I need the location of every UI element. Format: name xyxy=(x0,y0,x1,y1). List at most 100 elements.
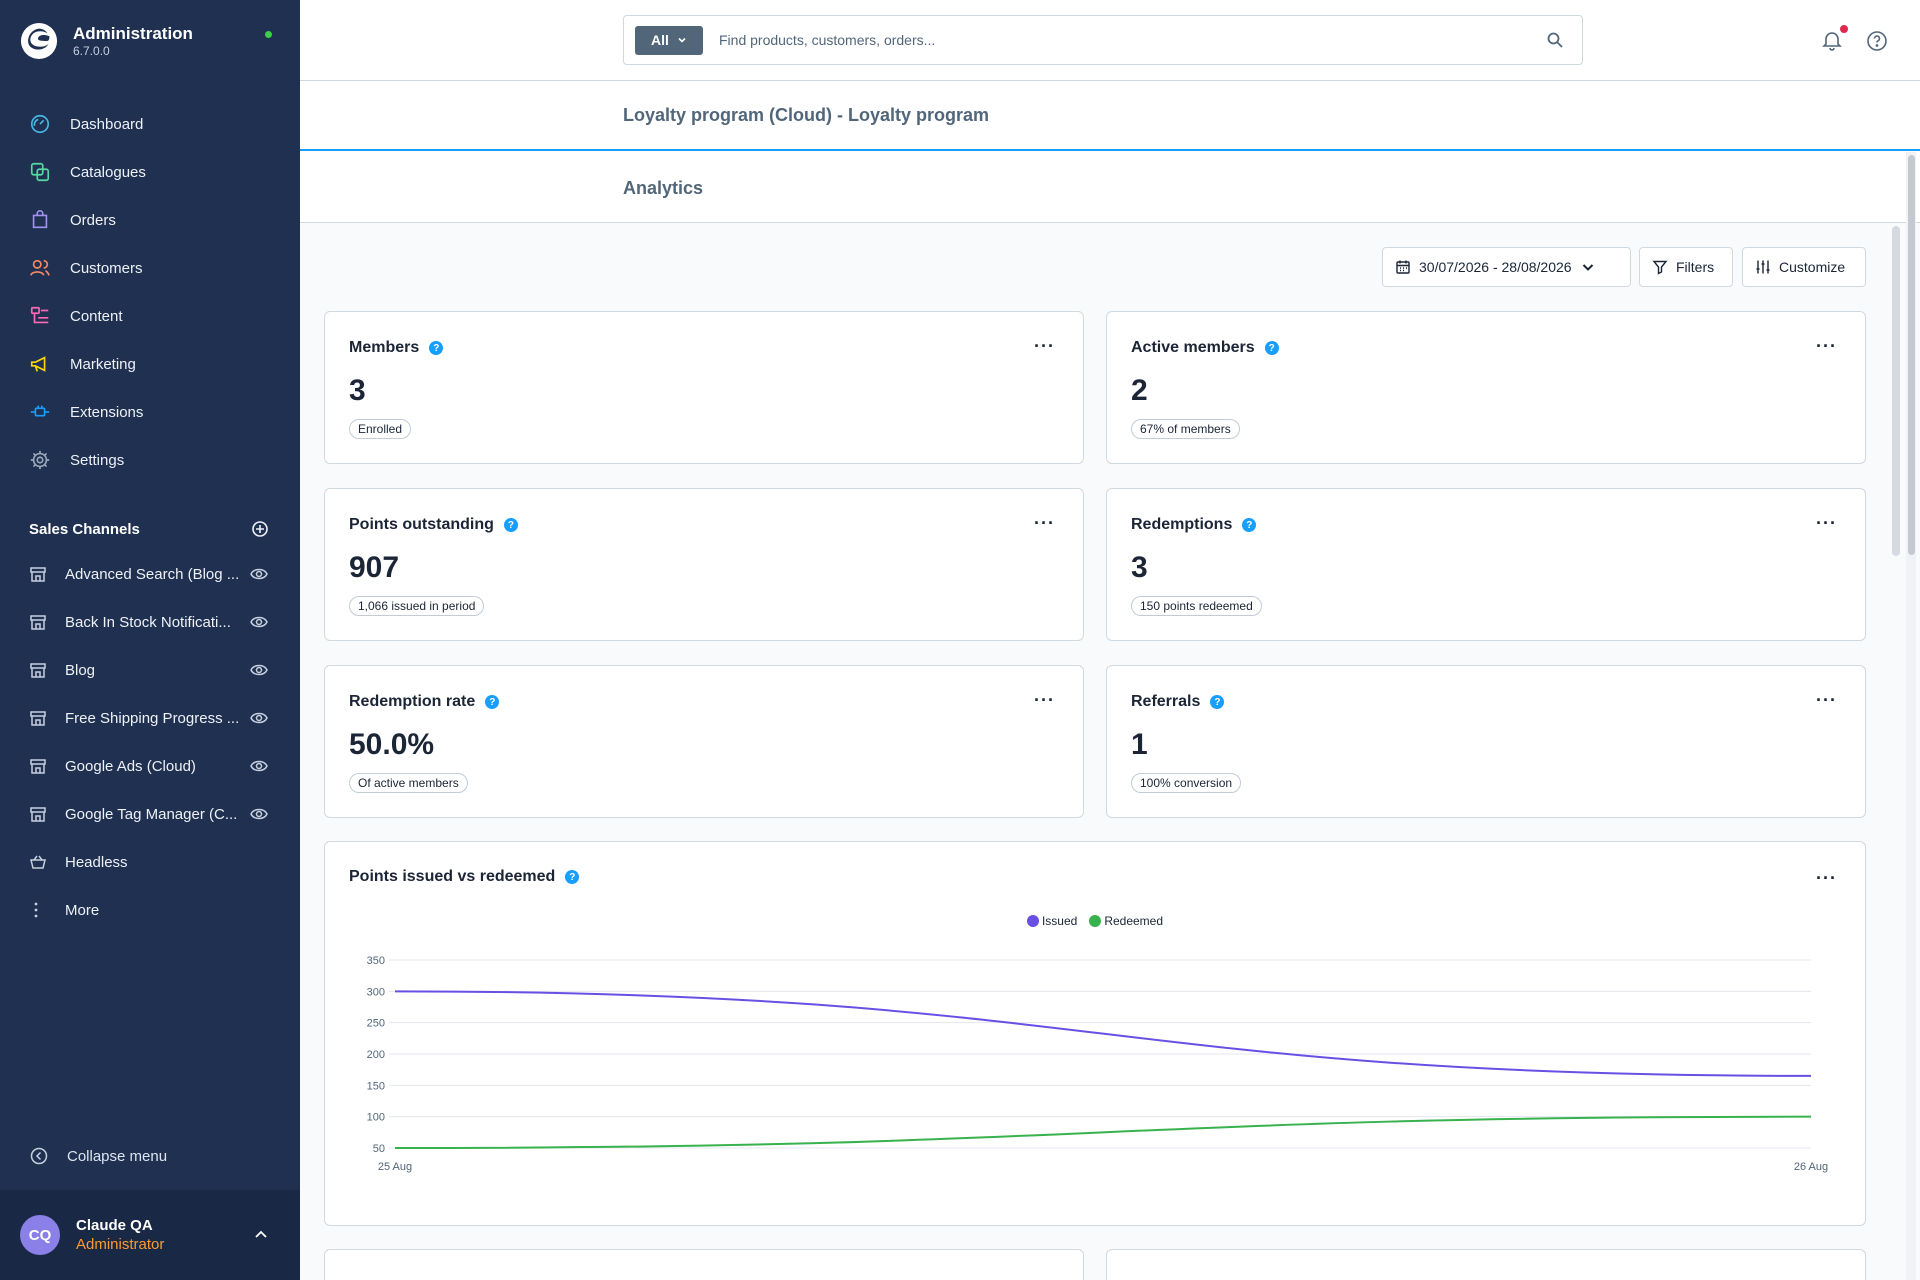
user-role: Administrator xyxy=(76,1236,165,1253)
eye-icon[interactable] xyxy=(250,661,268,679)
storefront-icon xyxy=(30,615,46,630)
card-badge: Enrolled xyxy=(349,419,412,439)
nav-label: Marketing xyxy=(70,355,136,373)
chevron-up-icon[interactable] xyxy=(252,1226,270,1244)
shopware-logo-icon xyxy=(20,22,58,60)
info-icon[interactable]: ? xyxy=(1242,518,1257,532)
sales-channel-item[interactable]: Blog xyxy=(0,646,300,694)
search-input[interactable] xyxy=(719,25,1546,55)
y-tick-label: 100 xyxy=(367,1112,385,1124)
nav-item-marketing[interactable]: Marketing xyxy=(0,340,300,388)
search-scope-label: All xyxy=(651,32,669,48)
card-title-text: Redemption rate xyxy=(349,693,476,710)
page-scrollbar-thumb[interactable] xyxy=(1908,155,1915,555)
customize-button[interactable]: Customize xyxy=(1742,247,1866,287)
tab-analytics[interactable]: Analytics xyxy=(623,178,703,199)
y-tick-label: 50 xyxy=(373,1143,385,1155)
card-title: Points outstanding? xyxy=(349,516,518,534)
card-menu-icon[interactable]: ··· xyxy=(1816,691,1837,709)
info-icon[interactable]: ? xyxy=(1264,341,1279,355)
eye-icon[interactable] xyxy=(250,805,268,823)
sales-channel-item[interactable]: Advanced Search (Blog ... xyxy=(0,550,300,598)
help-icon[interactable] xyxy=(1866,30,1888,52)
sales-channel-label: Google Ads (Cloud) xyxy=(65,757,196,775)
search-scope-select[interactable]: All xyxy=(635,25,703,55)
nav-item-dashboard[interactable]: Dashboard xyxy=(0,100,300,148)
info-icon[interactable]: ? xyxy=(485,695,500,709)
x-tick-label: 25 Aug xyxy=(378,1161,412,1173)
basket-icon xyxy=(30,855,46,869)
sales-channel-label: More xyxy=(65,901,100,919)
sales-channel-item[interactable]: Free Shipping Progress ... xyxy=(0,694,300,742)
app-title: Administration xyxy=(73,24,193,43)
megaphone-icon xyxy=(30,356,46,372)
card-value: 50.0% xyxy=(349,728,435,761)
eye-icon[interactable] xyxy=(250,709,268,727)
card-menu-icon[interactable]: ··· xyxy=(1816,337,1837,355)
collapse-icon xyxy=(30,1147,48,1165)
add-sales-channel-icon[interactable] xyxy=(251,520,269,538)
y-tick-label: 150 xyxy=(367,1080,385,1092)
chevron-down-icon xyxy=(1582,264,1593,271)
app-version: 6.7.0.0 xyxy=(73,44,110,58)
sales-channel-item[interactable]: Google Tag Manager (C... xyxy=(0,790,300,838)
avatar: CQ xyxy=(20,1215,60,1255)
online-status-dot xyxy=(265,31,272,38)
tab-bar: Analytics xyxy=(300,151,1920,223)
card-badge: 67% of members xyxy=(1131,419,1240,439)
sales-channel-label: Google Tag Manager (C... xyxy=(65,805,238,823)
global-search: All xyxy=(623,15,1583,65)
nav-item-settings[interactable]: Settings xyxy=(0,436,300,484)
nav-item-content[interactable]: Content xyxy=(0,292,300,340)
eye-icon[interactable] xyxy=(250,565,268,583)
collapse-menu-button[interactable]: Collapse menu xyxy=(29,1146,167,1166)
sales-channel-item[interactable]: Google Ads (Cloud) xyxy=(0,742,300,790)
search-icon[interactable] xyxy=(1546,31,1564,49)
card-partial xyxy=(324,1249,1084,1280)
y-tick-label: 300 xyxy=(367,986,385,998)
card-menu-icon[interactable]: ··· xyxy=(1034,514,1055,532)
date-range-picker[interactable]: 30/07/2026 - 28/08/2026 xyxy=(1382,247,1631,287)
kpi-card-members: Members? ··· 3 Enrolled xyxy=(324,311,1084,464)
nav-item-customers[interactable]: Customers xyxy=(0,244,300,292)
sales-channel-more[interactable]: More xyxy=(0,886,300,934)
sales-channel-label: Advanced Search (Blog ... xyxy=(65,565,240,583)
content-scrollbar-thumb[interactable] xyxy=(1892,226,1900,556)
sales-channel-headless[interactable]: Headless xyxy=(0,838,300,886)
brand[interactable]: Administration 6.7.0.0 xyxy=(20,22,193,60)
nav-label: Dashboard xyxy=(70,115,144,133)
card-menu-icon[interactable]: ··· xyxy=(1034,691,1055,709)
topbar: All xyxy=(300,0,1920,81)
card-menu-icon[interactable]: ··· xyxy=(1034,337,1055,355)
card-title: Redemption rate? xyxy=(349,693,500,711)
card-menu-icon[interactable]: ··· xyxy=(1816,514,1837,532)
info-icon[interactable]: ? xyxy=(1210,695,1225,709)
card-title: Referrals? xyxy=(1131,693,1225,711)
chevron-down-icon xyxy=(678,37,686,43)
nav-label: Settings xyxy=(70,451,125,469)
line-chart: 50 100 150 200 250 300 350 25 Aug 26 Aug xyxy=(367,955,1828,1173)
eye-icon[interactable] xyxy=(250,613,268,631)
users-icon xyxy=(30,259,50,276)
x-tick-label: 26 Aug xyxy=(1794,1161,1828,1173)
info-icon[interactable]: ? xyxy=(503,518,518,532)
sales-channel-item[interactable]: Back In Stock Notificati... xyxy=(0,598,300,646)
user-panel[interactable]: CQ Claude QA Administrator xyxy=(0,1190,300,1280)
eye-icon[interactable] xyxy=(250,757,268,775)
kpi-card-redemption-rate: Redemption rate? ··· 50.0% Of active mem… xyxy=(324,665,1084,818)
sales-channels-header: Sales Channels xyxy=(29,520,269,538)
filters-button[interactable]: Filters xyxy=(1639,247,1733,287)
info-icon[interactable]: ? xyxy=(429,341,444,355)
nav-item-catalogues[interactable]: Catalogues xyxy=(0,148,300,196)
calendar-icon xyxy=(1396,260,1410,274)
user-name: Claude QA xyxy=(76,1217,153,1234)
sales-channel-label: Free Shipping Progress ... xyxy=(65,709,240,727)
sales-channel-label: Blog xyxy=(65,661,96,679)
page-title: Loyalty program (Cloud) - Loyalty progra… xyxy=(623,105,990,125)
more-vertical-icon xyxy=(34,902,38,918)
nav-item-extensions[interactable]: Extensions xyxy=(0,388,300,436)
kpi-card-referrals: Referrals? ··· 1 100% conversion xyxy=(1106,665,1866,818)
card-title-text: Redemptions xyxy=(1131,516,1233,533)
nav-item-orders[interactable]: Orders xyxy=(0,196,300,244)
nav-label: Orders xyxy=(70,211,116,229)
